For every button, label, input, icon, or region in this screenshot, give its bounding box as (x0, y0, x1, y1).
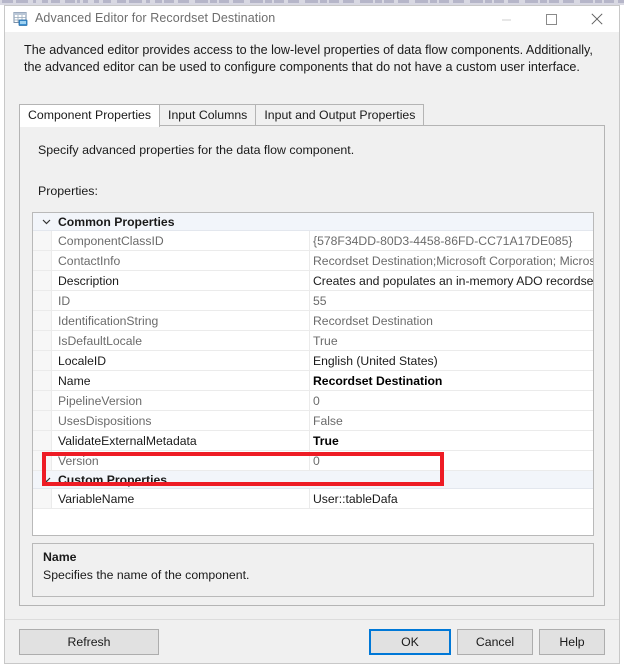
page-hint-text: Specify advanced properties for the data… (38, 143, 355, 157)
property-name: VariableName (58, 492, 135, 506)
table-row[interactable]: ID 55 (33, 291, 593, 311)
property-grid[interactable]: Common Properties ComponentClassID {578F… (32, 212, 594, 536)
property-value[interactable]: Recordset Destination (313, 374, 593, 388)
property-name: LocaleID (58, 354, 107, 368)
property-value: Recordset Destination (313, 314, 433, 328)
maximize-button[interactable] (529, 6, 574, 32)
minimize-button[interactable] (484, 6, 529, 32)
property-name: ValidateExternalMetadata (58, 434, 197, 448)
property-name: Name (58, 374, 91, 388)
row-gutter (33, 231, 52, 250)
table-row[interactable]: VariableName User::tableDafa (33, 489, 593, 509)
table-row[interactable]: IsDefaultLocale True (33, 331, 593, 351)
row-gutter (33, 251, 52, 270)
property-value: True (313, 334, 338, 348)
table-row[interactable]: ValidateExternalMetadata True (33, 431, 593, 451)
tab-input-and-output-properties[interactable]: Input and Output Properties (255, 104, 425, 125)
column-divider[interactable] (309, 451, 310, 470)
column-divider[interactable] (309, 391, 310, 410)
property-value: 0 (313, 454, 320, 468)
row-gutter (33, 331, 52, 350)
property-value: 55 (313, 294, 327, 308)
property-name: ComponentClassID (58, 234, 164, 248)
cancel-button[interactable]: Cancel (457, 629, 533, 655)
category-label: Common Properties (58, 215, 175, 229)
property-value[interactable]: English (United States) (313, 354, 593, 368)
table-row[interactable]: IdentificationString Recordset Destinati… (33, 311, 593, 331)
row-gutter (33, 391, 52, 410)
footer-separator (5, 619, 619, 620)
property-name: PipelineVersion (58, 394, 143, 408)
row-gutter (33, 271, 52, 290)
property-name: ContactInfo (58, 254, 121, 268)
properties-label: Properties: (38, 184, 98, 198)
column-divider[interactable] (309, 311, 310, 330)
property-value[interactable]: True (313, 434, 593, 448)
row-gutter (33, 489, 52, 508)
tab-page-component-properties: Specify advanced properties for the data… (19, 125, 605, 606)
column-divider[interactable] (309, 231, 310, 250)
property-name: UsesDispositions (58, 414, 152, 428)
category-row-common-properties[interactable]: Common Properties (33, 213, 593, 231)
recordset-destination-icon (13, 11, 29, 27)
property-value: Recordset Destination;Microsoft Corporat… (313, 254, 593, 268)
row-gutter (33, 371, 52, 390)
property-value[interactable]: Creates and populates an in-memory ADO r… (313, 274, 593, 288)
row-gutter (33, 291, 52, 310)
tab-strip: Component Properties Input Columns Input… (19, 104, 425, 127)
category-label: Custom Properties (58, 473, 168, 487)
advanced-editor-dialog: Advanced Editor for Recordset Destinatio… (4, 5, 620, 664)
column-divider[interactable] (309, 251, 310, 270)
column-divider[interactable] (309, 351, 310, 370)
property-name: Description (58, 274, 119, 288)
table-row[interactable]: Version 0 (33, 451, 593, 471)
column-divider[interactable] (309, 431, 310, 450)
tab-input-columns[interactable]: Input Columns (159, 104, 257, 125)
table-row[interactable]: ComponentClassID {578F34DD-80D3-4458-86F… (33, 231, 593, 251)
table-row[interactable]: Name Recordset Destination (33, 371, 593, 391)
table-row[interactable]: LocaleID English (United States) (33, 351, 593, 371)
column-divider[interactable] (309, 271, 310, 290)
table-row[interactable]: UsesDispositions False (33, 411, 593, 431)
row-gutter (33, 411, 52, 430)
column-divider[interactable] (309, 371, 310, 390)
column-divider[interactable] (309, 411, 310, 430)
description-text: Specifies the name of the component. (43, 568, 250, 582)
category-row-custom-properties[interactable]: Custom Properties (33, 471, 593, 489)
chevron-down-icon[interactable] (41, 216, 52, 227)
row-gutter (33, 431, 52, 450)
table-row[interactable]: PipelineVersion 0 (33, 391, 593, 411)
property-value: False (313, 414, 343, 428)
help-button[interactable]: Help (539, 629, 605, 655)
property-value: 0 (313, 394, 320, 408)
column-divider[interactable] (309, 291, 310, 310)
description-panel: Name Specifies the name of the component… (32, 543, 594, 597)
tab-component-properties[interactable]: Component Properties (19, 104, 161, 127)
description-title: Name (43, 550, 77, 564)
property-value[interactable]: User::tableDafa (313, 492, 593, 506)
property-name: IdentificationString (58, 314, 159, 328)
title-bar: Advanced Editor for Recordset Destinatio… (5, 6, 619, 32)
column-divider[interactable] (309, 489, 310, 508)
column-divider[interactable] (309, 331, 310, 350)
table-row[interactable]: ContactInfo Recordset Destination;Micros… (33, 251, 593, 271)
ok-button[interactable]: OK (369, 629, 451, 655)
row-gutter (33, 451, 52, 470)
window-title: Advanced Editor for Recordset Destinatio… (35, 11, 276, 25)
property-name: Version (58, 454, 99, 468)
row-gutter (33, 311, 52, 330)
chevron-down-icon[interactable] (41, 474, 52, 485)
property-value: {578F34DD-80D3-4458-86FD-CC71A17DE085} (313, 234, 573, 248)
intro-text: The advanced editor provides access to t… (24, 43, 593, 74)
refresh-button[interactable]: Refresh (19, 629, 159, 655)
row-gutter (33, 351, 52, 370)
table-row[interactable]: Description Creates and populates an in-… (33, 271, 593, 291)
property-name: IsDefaultLocale (58, 334, 143, 348)
property-name: ID (58, 294, 71, 308)
close-button[interactable] (574, 6, 619, 32)
